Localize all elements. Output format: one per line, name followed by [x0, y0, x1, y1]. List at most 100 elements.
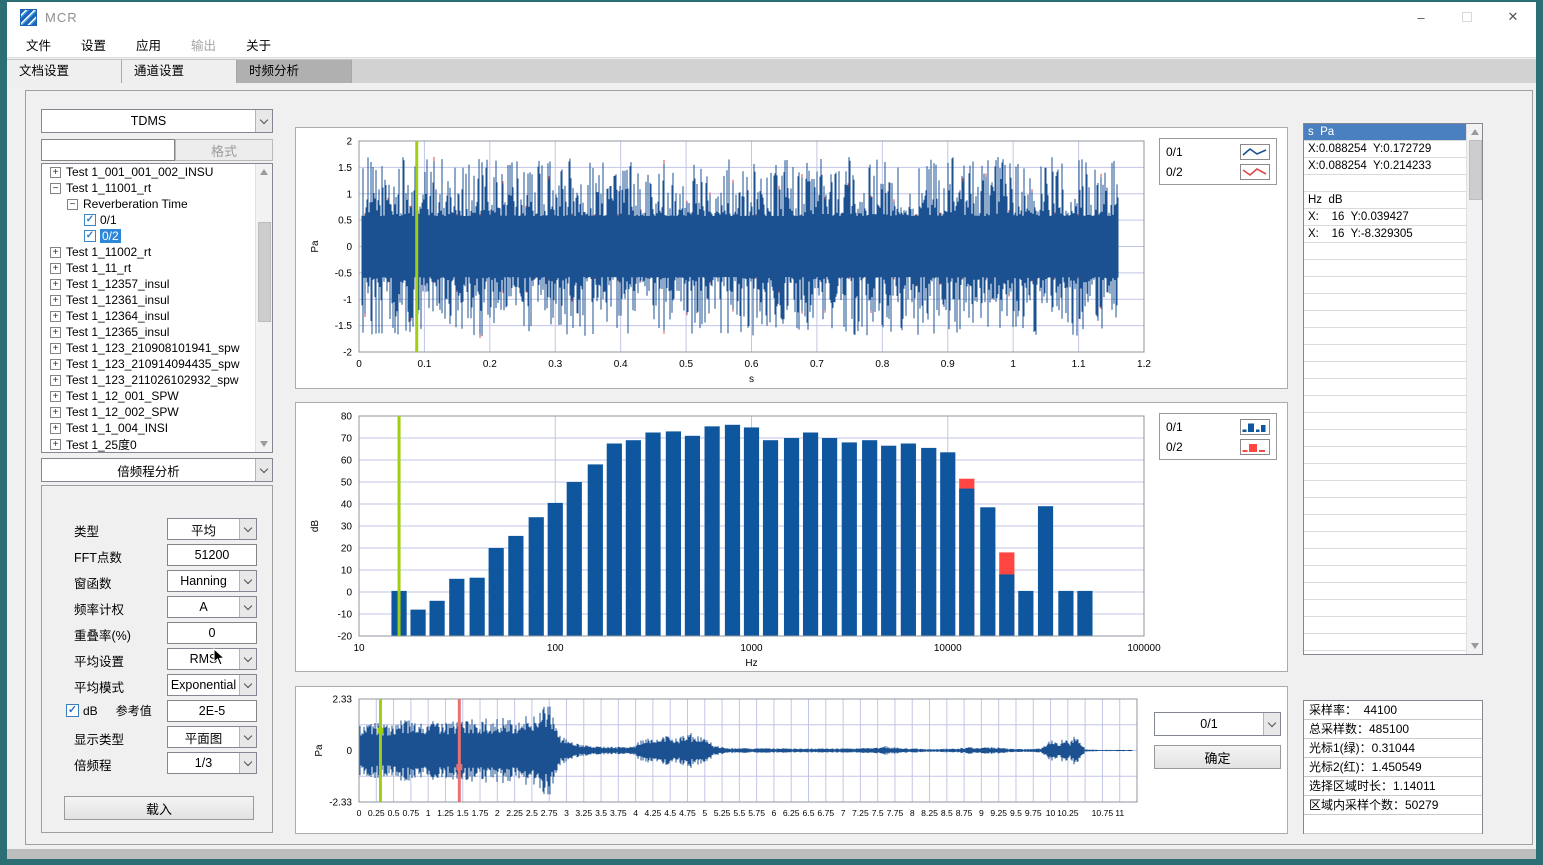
tree-checkbox[interactable]: ✓	[84, 230, 96, 242]
tree-item[interactable]: +Test 1_12364_insul	[42, 308, 255, 324]
tree-item[interactable]: +Test 1_001_001_002_INSU	[42, 164, 255, 180]
tree-item[interactable]: +Test 1_12365_insul	[42, 324, 255, 340]
tree-scrollbar-thumb[interactable]	[258, 222, 271, 322]
file-format-select[interactable]: TDMS	[41, 109, 273, 133]
cursor-value-row[interactable]	[1304, 498, 1466, 515]
tree-item[interactable]: ✓0/2	[42, 228, 255, 244]
cursor-value-row[interactable]	[1304, 515, 1466, 532]
cursor-value-row[interactable]	[1304, 345, 1466, 362]
cursor-value-row[interactable]	[1304, 447, 1466, 464]
expand-icon[interactable]: +	[50, 327, 61, 338]
expand-icon[interactable]: +	[50, 263, 61, 274]
tab-1[interactable]: 文档设置	[7, 59, 122, 83]
cursor-value-row[interactable]: X: 16 Y:-8.329305	[1304, 226, 1466, 243]
tree-item[interactable]: +Test 1_123_211026102932_spw	[42, 372, 255, 388]
expand-icon[interactable]: +	[50, 279, 61, 290]
menu-item-4[interactable]: 输出	[176, 35, 231, 54]
format-button[interactable]: 格式	[175, 139, 273, 161]
cursor-value-row[interactable]	[1304, 583, 1466, 600]
settings-select-9[interactable]: 平面图	[167, 726, 257, 748]
tree-item[interactable]: +Test 1_12_002_SPW	[42, 404, 255, 420]
expand-icon[interactable]: +	[50, 247, 61, 258]
menu-item-2[interactable]: 设置	[66, 35, 121, 54]
menu-item-5[interactable]: 关于	[231, 35, 286, 54]
cursor-value-row[interactable]	[1304, 362, 1466, 379]
cursor-value-row[interactable]	[1304, 481, 1466, 498]
settings-select-10[interactable]: 1/3	[167, 752, 257, 774]
cursor-value-row[interactable]: X: 16 Y:0.039427	[1304, 209, 1466, 226]
expand-icon[interactable]: +	[50, 343, 61, 354]
cursor-value-row[interactable]	[1304, 617, 1466, 634]
expand-icon[interactable]: +	[50, 359, 61, 370]
tree-item[interactable]: +Test 1_11_rt	[42, 260, 255, 276]
cursor-scrollbar-thumb[interactable]	[1469, 140, 1482, 200]
cursor-panel-scrollbar[interactable]	[1466, 124, 1482, 654]
expand-icon[interactable]: +	[50, 295, 61, 306]
expand-icon[interactable]: +	[50, 375, 61, 386]
tree-item[interactable]: +Test 1_12_001_SPW	[42, 388, 255, 404]
expand-icon[interactable]: +	[50, 311, 61, 322]
tree-item[interactable]: −Test 1_11001_rt	[42, 180, 255, 196]
maximize-button[interactable]	[1444, 2, 1490, 32]
collapse-icon[interactable]: −	[67, 199, 78, 210]
cursor-value-row[interactable]	[1304, 634, 1466, 651]
tree-item[interactable]: +Test 1_25度0	[42, 436, 255, 452]
minimize-button[interactable]: –	[1398, 2, 1444, 32]
expand-icon[interactable]: +	[50, 423, 61, 434]
cursor-value-row[interactable]: X:0.088254 Y:0.172729	[1304, 141, 1466, 158]
cursor-value-row[interactable]	[1304, 379, 1466, 396]
cursor-value-row[interactable]	[1304, 277, 1466, 294]
settings-select-6[interactable]: RMS	[167, 648, 257, 670]
settings-select-4[interactable]: A	[167, 596, 257, 618]
expand-icon[interactable]: +	[50, 391, 61, 402]
load-button[interactable]: 载入	[64, 796, 254, 820]
cursor-value-row[interactable]	[1304, 328, 1466, 345]
record-chart[interactable]: 2.330-2.3300.250.50.7511.251.51.7522.252…	[296, 687, 1289, 835]
cursor-value-row[interactable]	[1304, 464, 1466, 481]
tree-item[interactable]: +Test 1_1_004_INSI	[42, 420, 255, 436]
menu-item-1[interactable]: 文件	[11, 35, 66, 54]
cursor-value-row[interactable]	[1304, 294, 1466, 311]
cursor-value-row[interactable]	[1304, 243, 1466, 260]
settings-input-8[interactable]	[167, 700, 257, 722]
cursor-value-row[interactable]	[1304, 413, 1466, 430]
settings-select-3[interactable]: Hanning	[167, 570, 257, 592]
settings-input-2[interactable]	[167, 544, 257, 566]
cursor-value-row[interactable]	[1304, 600, 1466, 617]
tab-3[interactable]: 时频分析	[237, 59, 352, 83]
tree-item[interactable]: +Test 1_123_210914094435_spw	[42, 356, 255, 372]
cursor-value-row[interactable]	[1304, 311, 1466, 328]
settings-select-7[interactable]: Exponential	[167, 674, 257, 696]
tab-2[interactable]: 通道设置	[122, 59, 237, 83]
settings-select-1[interactable]: 平均	[167, 518, 257, 540]
cursor-value-row[interactable]: Hz dB	[1304, 192, 1466, 209]
tree-scrollbar[interactable]	[255, 164, 272, 452]
cursor-value-row[interactable]	[1304, 566, 1466, 583]
tree-item[interactable]: +Test 1_12357_insul	[42, 276, 255, 292]
cursor-value-row[interactable]	[1304, 532, 1466, 549]
expand-icon[interactable]: +	[50, 407, 61, 418]
cursor-value-row[interactable]	[1304, 430, 1466, 447]
cursor-value-row[interactable]	[1304, 175, 1466, 192]
tree-item[interactable]: ✓0/1	[42, 212, 255, 228]
cursor-value-row[interactable]: s Pa	[1304, 124, 1466, 141]
menu-item-3[interactable]: 应用	[121, 35, 176, 54]
time-chart[interactable]: 21.510.50-0.5-1-1.5-200.10.20.30.40.50.6…	[296, 128, 1289, 390]
channel-select[interactable]: 0/1	[1154, 712, 1281, 736]
expand-icon[interactable]: +	[50, 439, 61, 450]
tree-checkbox[interactable]: ✓	[84, 214, 96, 226]
cursor-value-row[interactable]	[1304, 549, 1466, 566]
cursor-value-row[interactable]	[1304, 396, 1466, 413]
tree-item[interactable]: +Test 1_12361_insul	[42, 292, 255, 308]
settings-input-5[interactable]	[167, 622, 257, 644]
spectrum-chart[interactable]: 80706050403020100-10-2010100100010000100…	[296, 403, 1289, 673]
filter-input[interactable]	[41, 139, 175, 161]
cursor-value-row[interactable]: X:0.088254 Y:0.214233	[1304, 158, 1466, 175]
confirm-button[interactable]: 确定	[1154, 745, 1281, 769]
close-button[interactable]: ✕	[1490, 2, 1536, 32]
cursor-value-row[interactable]	[1304, 260, 1466, 277]
tree-item[interactable]: +Test 1_11002_rt	[42, 244, 255, 260]
analysis-type-select[interactable]: 倍频程分析	[41, 458, 273, 482]
collapse-icon[interactable]: −	[50, 183, 61, 194]
tree-item[interactable]: −Reverberation Time	[42, 196, 255, 212]
